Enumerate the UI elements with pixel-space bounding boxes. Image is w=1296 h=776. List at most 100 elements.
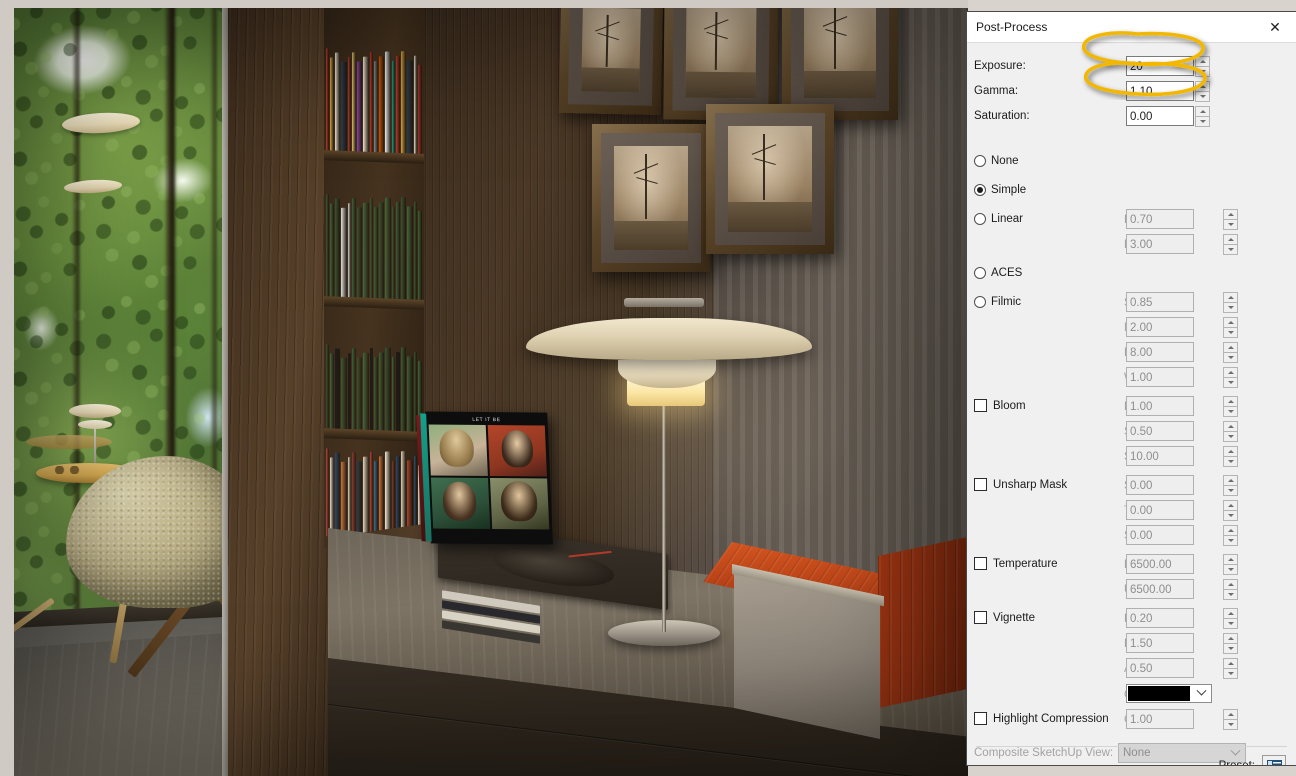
shadow-input[interactable]: 0.85	[1126, 292, 1194, 312]
sharpness-stepper[interactable]	[1223, 421, 1238, 442]
brightness-stepper[interactable]	[1223, 396, 1238, 417]
book	[357, 207, 363, 298]
album-photo-grid	[428, 424, 550, 530]
picture-mat	[791, 8, 889, 111]
stepper-down[interactable]	[1223, 406, 1238, 417]
desired-stepper[interactable]	[1223, 554, 1238, 575]
radio-circle-icon[interactable]	[974, 155, 986, 167]
rendered-scene-image[interactable]: LET IT BE	[14, 8, 968, 776]
panel-title: Post-Process	[976, 20, 1048, 34]
stepper-down[interactable]	[1223, 535, 1238, 546]
shadow-stepper[interactable]	[1223, 292, 1238, 313]
usm-size-input[interactable]: 0.00	[1126, 475, 1194, 495]
framed-picture	[558, 8, 664, 116]
strength-stepper[interactable]	[1223, 525, 1238, 546]
speaker-side-wood	[878, 536, 968, 708]
desired-input[interactable]: 6500.00	[1126, 554, 1194, 574]
app-root: LET IT BE Post-Process ✕ Exposure: 20 Ga…	[0, 0, 1296, 776]
vignette-color-picker[interactable]	[1126, 684, 1212, 703]
stepper-down[interactable]	[1223, 719, 1238, 730]
stepper-down[interactable]	[1223, 643, 1238, 654]
book	[369, 51, 374, 152]
stepper-down[interactable]	[1223, 668, 1238, 679]
stepper-down[interactable]	[1223, 618, 1238, 629]
picture-ground	[728, 202, 812, 232]
picture-image	[728, 126, 812, 232]
stepper-down[interactable]	[1223, 456, 1238, 467]
midrange-stepper[interactable]	[1223, 317, 1238, 338]
render-viewport[interactable]: LET IT BE	[0, 0, 968, 776]
falloff-input[interactable]: 1.50	[1126, 633, 1194, 653]
stepper-down[interactable]	[1223, 352, 1238, 363]
compression-stepper[interactable]	[1223, 709, 1238, 730]
alpha-input[interactable]: 0.50	[1126, 658, 1194, 678]
album-face	[439, 428, 475, 467]
saturation-input[interactable]: 0.00	[1126, 106, 1194, 126]
book	[335, 452, 341, 537]
preset-list-icon-button[interactable]	[1262, 755, 1286, 765]
strength-input[interactable]: 0.00	[1126, 525, 1194, 545]
post-process-panel[interactable]: Post-Process ✕ Exposure: 20 Gamma: 1.10	[966, 11, 1296, 766]
compression-input[interactable]: 1.00	[1126, 709, 1194, 729]
unadjusted-input[interactable]: 6500.00	[1126, 579, 1194, 599]
stepper-down[interactable]	[1223, 589, 1238, 600]
saturation-stepper[interactable]	[1195, 106, 1210, 127]
row-highlight: Highlight: 8.00	[967, 342, 1296, 367]
whitepoint-input[interactable]: 1.00	[1126, 367, 1194, 387]
stepper-down[interactable]	[1223, 244, 1238, 255]
dark-stepper[interactable]	[1223, 209, 1238, 230]
book	[352, 52, 357, 152]
book-row	[326, 186, 423, 300]
stepper-down[interactable]	[1223, 431, 1238, 442]
book	[385, 51, 391, 153]
stepper-down[interactable]	[1223, 219, 1238, 230]
stepper-down[interactable]	[1223, 302, 1238, 313]
midrange-input[interactable]: 2.00	[1126, 317, 1194, 337]
radio-aces[interactable]: ACES	[974, 267, 1022, 279]
book	[391, 206, 396, 299]
exposure-stepper[interactable]	[1195, 56, 1210, 77]
book	[401, 347, 406, 432]
stepper-down[interactable]	[1223, 327, 1238, 338]
radio-circle-icon[interactable]	[974, 184, 986, 196]
exposure-input[interactable]: 20	[1126, 56, 1194, 76]
radio-circle-icon[interactable]	[974, 267, 986, 279]
bloom-size-input[interactable]: 10.00	[1126, 446, 1194, 466]
usm-size-stepper[interactable]	[1223, 475, 1238, 496]
stepper-down[interactable]	[1223, 564, 1238, 575]
alpha-stepper[interactable]	[1223, 658, 1238, 679]
stepper-down[interactable]	[1195, 91, 1210, 102]
radio-simple[interactable]: Simple	[974, 184, 1026, 196]
gamma-label: Gamma:	[974, 85, 1019, 97]
picture-mat	[601, 133, 701, 263]
stepper-down[interactable]	[1195, 116, 1210, 127]
unadjusted-stepper[interactable]	[1223, 579, 1238, 600]
threshold-stepper[interactable]	[1223, 500, 1238, 521]
stepper-down[interactable]	[1223, 377, 1238, 388]
hotspot-stepper[interactable]	[1223, 608, 1238, 629]
sharpness-input[interactable]: 0.50	[1126, 421, 1194, 441]
book	[347, 456, 352, 538]
bloom-size-stepper[interactable]	[1223, 446, 1238, 467]
chevron-down-icon[interactable]	[1191, 685, 1211, 702]
brightness-input[interactable]: 1.00	[1126, 396, 1194, 416]
stepper-down[interactable]	[1223, 485, 1238, 496]
dark-input[interactable]: 0.70	[1126, 209, 1194, 229]
highlight-stepper[interactable]	[1223, 342, 1238, 363]
threshold-input[interactable]: 0.00	[1126, 500, 1194, 520]
picture-mat	[715, 113, 825, 245]
light-stepper[interactable]	[1223, 234, 1238, 255]
stepper-down[interactable]	[1195, 66, 1210, 77]
close-icon[interactable]: ✕	[1260, 14, 1290, 40]
row-unadjusted: Unadjusted: 6500.00	[967, 579, 1296, 604]
gamma-stepper[interactable]	[1195, 81, 1210, 102]
whitepoint-stepper[interactable]	[1223, 367, 1238, 388]
book	[326, 448, 330, 537]
hotspot-input[interactable]: 0.20	[1126, 608, 1194, 628]
light-input[interactable]: 3.00	[1126, 234, 1194, 254]
falloff-stepper[interactable]	[1223, 633, 1238, 654]
radio-none[interactable]: None	[974, 155, 1019, 167]
gamma-input[interactable]: 1.10	[1126, 81, 1194, 101]
highlight-input[interactable]: 8.00	[1126, 342, 1194, 362]
stepper-down[interactable]	[1223, 510, 1238, 521]
